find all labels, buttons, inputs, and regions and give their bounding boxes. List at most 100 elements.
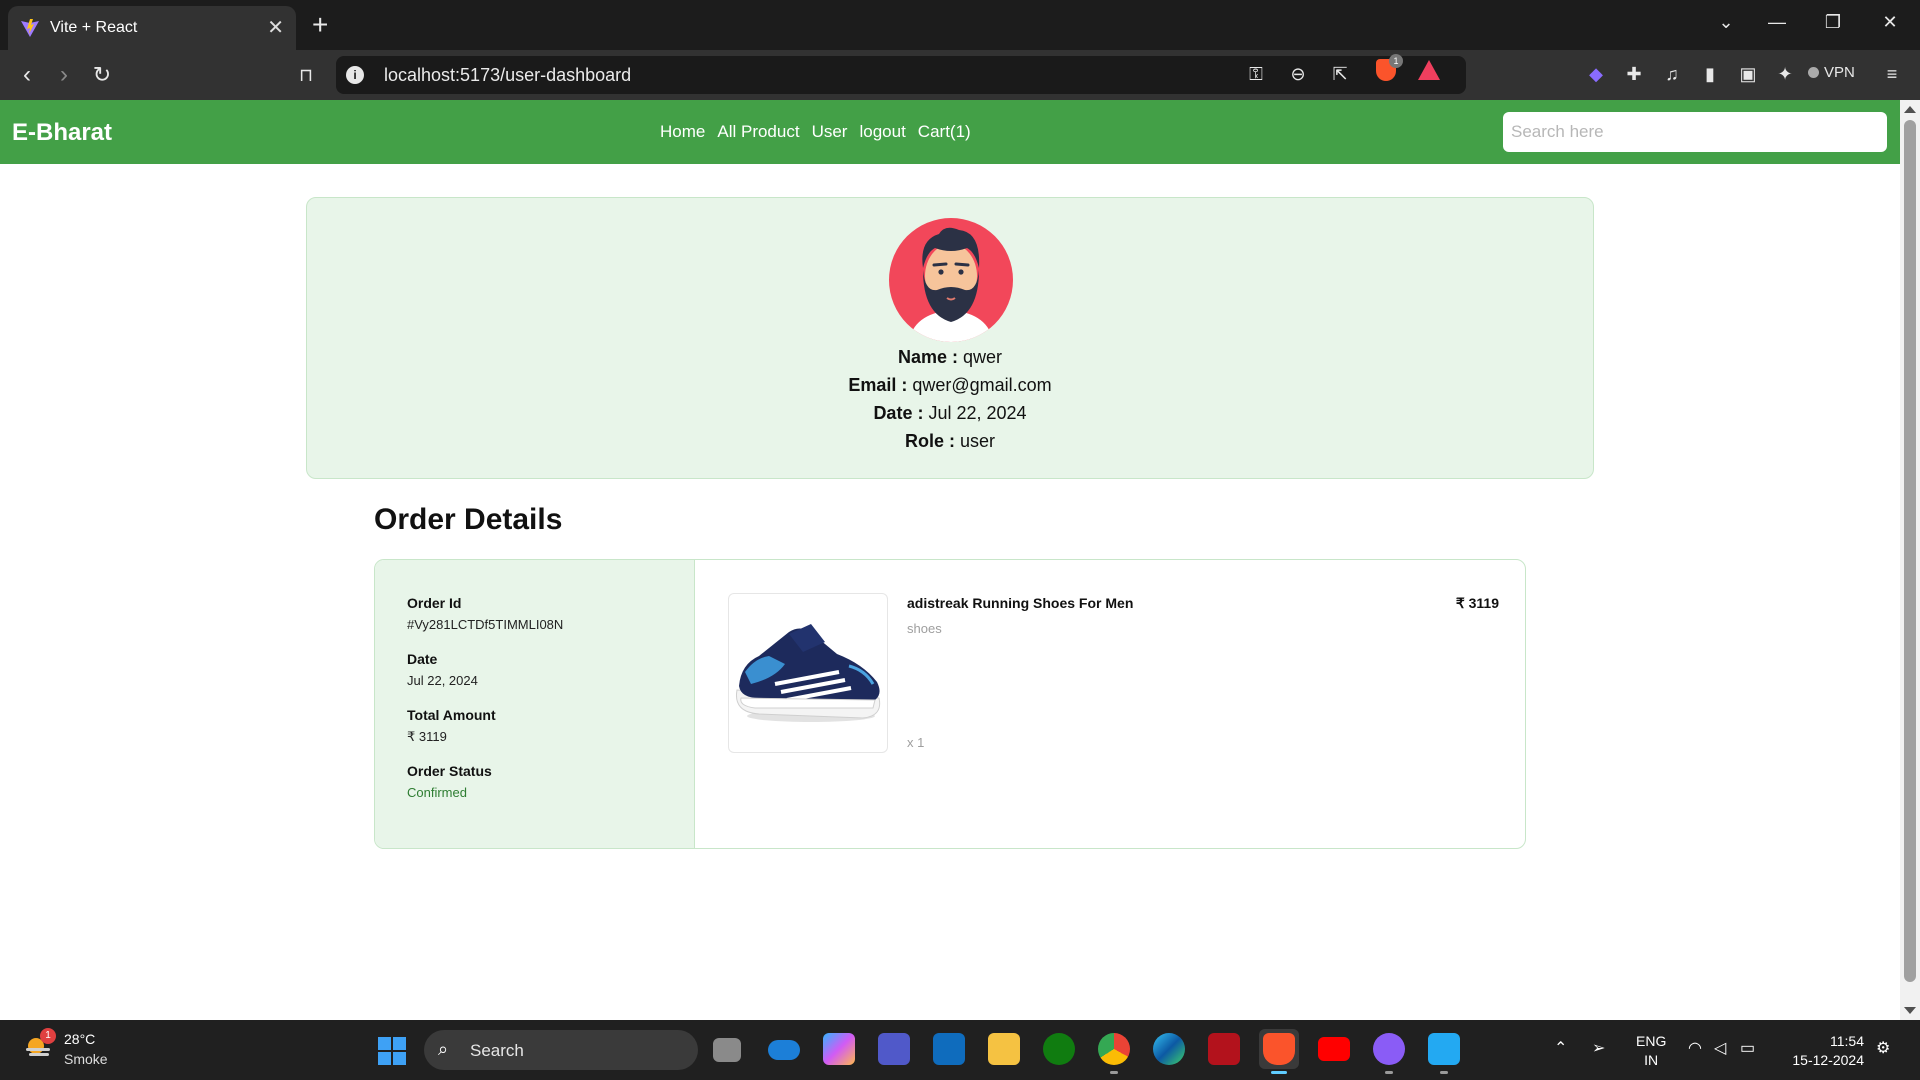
chrome-running-indicator — [1110, 1071, 1118, 1074]
weather-temperature[interactable]: 28°C — [64, 1031, 95, 1047]
clock[interactable]: 11:54 15-12-2024 — [1780, 1032, 1864, 1070]
order-id-value: #Vy281LCTDf5TIMMLI08N — [407, 617, 564, 632]
brave-active-indicator — [1271, 1071, 1287, 1074]
address-bar[interactable]: i localhost:5173/user-dashboard ⚿ ⊖ ⇱ — [336, 56, 1466, 94]
outlook-icon[interactable] — [933, 1033, 965, 1065]
taskbar-search[interactable]: ⌕ Search — [424, 1030, 698, 1070]
brand-logo[interactable]: E-Bharat — [12, 119, 112, 147]
product-image[interactable] — [728, 593, 888, 753]
profile-name: Name : qwer — [307, 347, 1593, 368]
new-tab-button[interactable]: + — [312, 10, 328, 40]
order-total-field: Total Amount ₹ 3119 — [407, 707, 496, 745]
bearded-man-avatar-icon — [909, 227, 993, 342]
xbox-icon[interactable] — [1043, 1033, 1075, 1065]
user-avatar — [889, 218, 1013, 342]
scroll-down-icon[interactable] — [1904, 1007, 1916, 1014]
profile-card: Name : qwer Email : qwer@gmail.com Date … — [306, 197, 1594, 479]
wallet-icon[interactable]: ▣ — [1736, 64, 1760, 85]
sparkle-icon[interactable]: ✦ — [1773, 64, 1797, 85]
order-card: Order Id #Vy281LCTDf5TIMMLI08N Date Jul … — [374, 559, 1526, 849]
menu-icon[interactable]: ≡ — [1880, 64, 1904, 85]
role-label: Role : — [904, 431, 955, 451]
tab-title: Vite + React — [50, 19, 138, 36]
leo-ai-icon[interactable]: ◆ — [1584, 64, 1608, 85]
location-icon[interactable]: ➢ — [1592, 1038, 1605, 1058]
scroll-thumb[interactable] — [1904, 120, 1916, 982]
order-id-label: Order Id — [407, 595, 462, 611]
github-icon[interactable] — [1373, 1033, 1405, 1065]
windows-taskbar: 1 28°C Smoke ⌕ Search ⌃ ➢ ENG IN ◠ ◁ ▭ 1… — [0, 1020, 1920, 1080]
copilot-icon[interactable] — [823, 1033, 855, 1065]
sidebar-icon[interactable]: ▮ — [1698, 64, 1722, 85]
forward-icon[interactable]: › — [49, 60, 79, 90]
zoom-icon[interactable]: ⊖ — [1286, 64, 1310, 85]
order-status-badge: Confirmed — [407, 785, 467, 800]
order-date-label: Date — [407, 651, 438, 667]
language-code: ENG — [1636, 1033, 1667, 1049]
order-date-field: Date Jul 22, 2024 — [407, 651, 478, 688]
search-input[interactable] — [1503, 112, 1887, 152]
page-scrollbar[interactable] — [1900, 100, 1920, 1020]
brave-rewards-icon[interactable] — [1418, 60, 1440, 80]
product-name[interactable]: adistreak Running Shoes For Men — [907, 595, 1133, 611]
teams-icon[interactable] — [878, 1033, 910, 1065]
restore-icon[interactable]: ❐ — [1821, 12, 1845, 33]
nav-logout[interactable]: logout — [859, 122, 905, 142]
order-summary-panel: Order Id #Vy281LCTDf5TIMMLI08N Date Jul … — [375, 560, 695, 848]
order-total-value: ₹ 3119 — [407, 729, 447, 744]
file-explorer-icon[interactable] — [988, 1033, 1020, 1065]
nav-all-product[interactable]: All Product — [717, 122, 799, 142]
vpn-button[interactable]: VPN — [1808, 64, 1855, 81]
chrome-icon[interactable] — [1098, 1033, 1130, 1065]
scroll-up-icon[interactable] — [1904, 106, 1916, 113]
extensions-icon[interactable]: ✚ — [1622, 64, 1646, 85]
name-value: qwer — [963, 347, 1003, 367]
youtube-icon[interactable] — [1318, 1037, 1350, 1061]
windows-start-icon[interactable] — [378, 1037, 406, 1065]
weather-condition[interactable]: Smoke — [64, 1051, 108, 1067]
language-region: IN — [1644, 1052, 1659, 1068]
bookmark-icon[interactable]: ⊓ — [291, 60, 321, 90]
date-value: Jul 22, 2024 — [928, 403, 1027, 423]
order-id-field: Order Id #Vy281LCTDf5TIMMLI08N — [407, 595, 563, 632]
minimize-icon[interactable]: — — [1765, 12, 1789, 33]
back-icon[interactable]: ‹ — [12, 60, 42, 90]
wifi-icon[interactable]: ◠ — [1688, 1038, 1702, 1058]
onedrive-icon[interactable] — [768, 1040, 800, 1060]
vpn-status-dot — [1808, 67, 1819, 78]
clock-time: 11:54 — [1830, 1033, 1864, 1049]
product-price: ₹ 3119 — [1455, 595, 1499, 611]
order-status-field: Order Status Confirmed — [407, 763, 492, 800]
taskbar-search-label: Search — [470, 1041, 524, 1060]
app-icon[interactable] — [1208, 1033, 1240, 1065]
site-info-icon[interactable]: i — [346, 66, 364, 84]
volume-icon[interactable]: ◁ — [1714, 1038, 1726, 1058]
browser-toolbar: ‹ › ↻ ⊓ i localhost:5173/user-dashboard … — [0, 50, 1920, 100]
media-icon[interactable]: ♫ — [1660, 64, 1684, 85]
share-icon[interactable]: ⇱ — [1328, 64, 1352, 85]
brave-icon[interactable] — [1263, 1033, 1295, 1065]
address-url[interactable]: localhost:5173/user-dashboard — [384, 65, 631, 86]
order-date-value: Jul 22, 2024 — [407, 673, 478, 688]
product-category: shoes — [907, 621, 942, 636]
show-hidden-icons-chevron-icon[interactable]: ⌃ — [1554, 1038, 1567, 1058]
edge-icon[interactable] — [1153, 1033, 1185, 1065]
nav-home[interactable]: Home — [660, 122, 705, 142]
password-key-icon[interactable]: ⚿ — [1244, 64, 1268, 85]
battery-icon[interactable]: ▭ — [1740, 1038, 1755, 1058]
nav-cart[interactable]: Cart(1) — [918, 122, 971, 142]
vscode-running-indicator — [1440, 1071, 1448, 1074]
reload-icon[interactable]: ↻ — [87, 60, 117, 90]
nav-user[interactable]: User — [812, 122, 848, 142]
close-tab-icon[interactable]: ✕ — [267, 18, 284, 38]
browser-tab[interactable]: Vite + React ✕ — [8, 6, 296, 50]
tab-list-chevron-icon[interactable]: ⌄ — [1714, 12, 1738, 33]
language-indicator[interactable]: ENG IN — [1636, 1032, 1666, 1070]
site-nav: Home All Product User logout Cart(1) — [660, 122, 971, 142]
vscode-icon[interactable] — [1428, 1033, 1460, 1065]
close-window-icon[interactable]: ✕ — [1878, 12, 1902, 33]
weather-badge: 1 — [40, 1028, 56, 1044]
github-running-indicator — [1385, 1071, 1393, 1074]
notifications-icon[interactable]: ⚙ — [1876, 1038, 1890, 1058]
task-view-icon[interactable] — [713, 1038, 741, 1062]
